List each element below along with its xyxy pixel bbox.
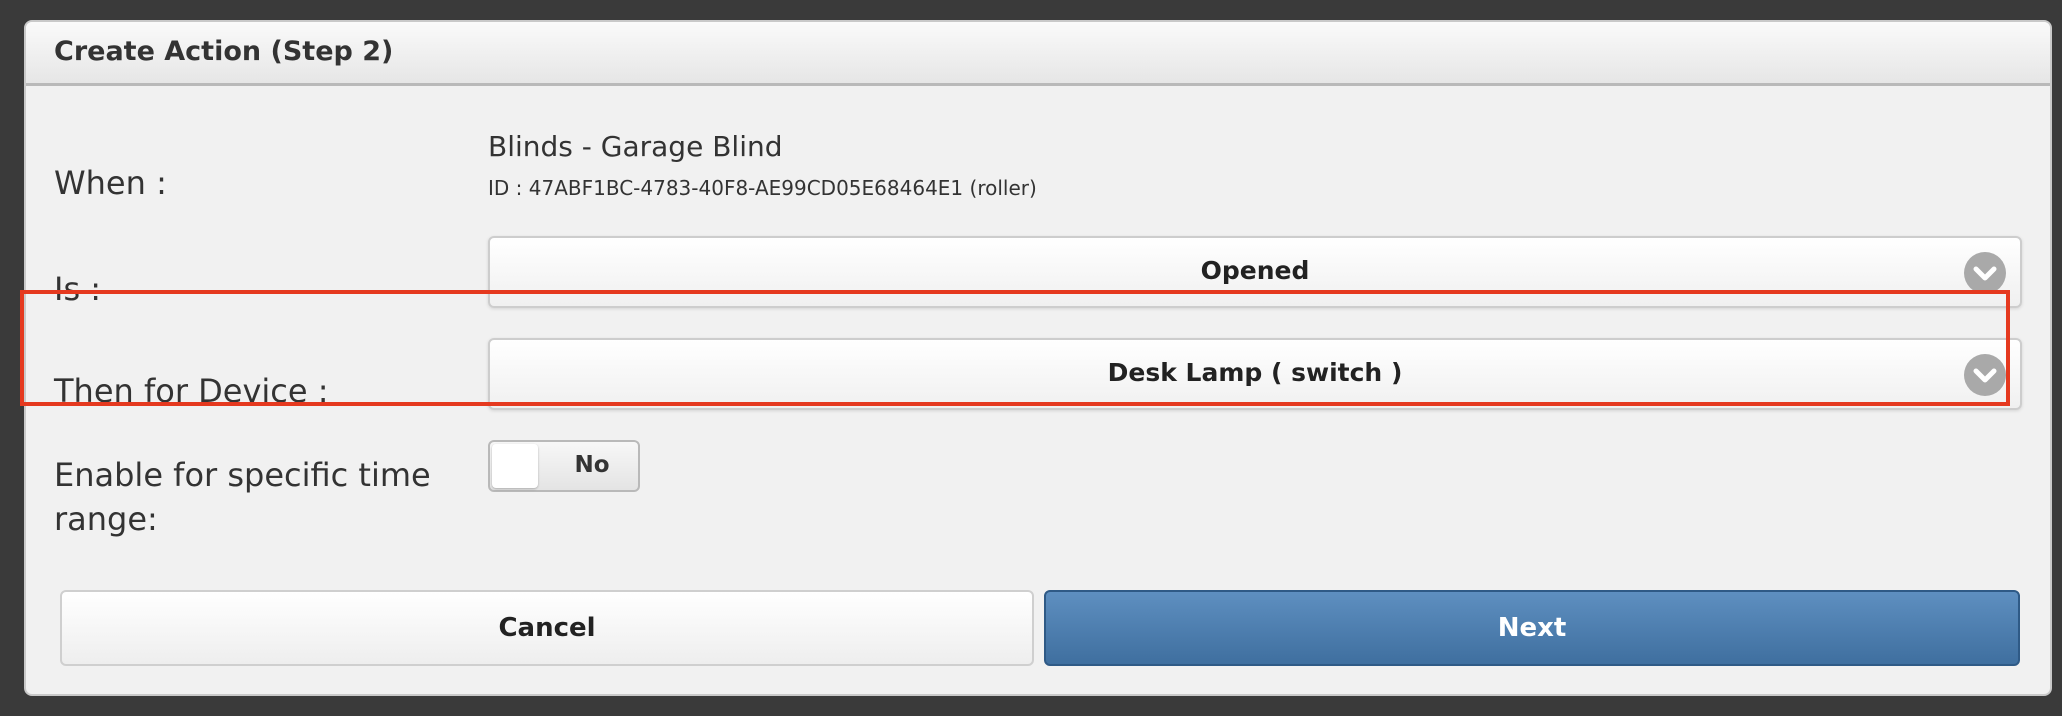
next-button[interactable]: Next [1044,590,2020,666]
chevron-down-icon [1964,252,2006,294]
toggle-state-label: No [574,452,610,478]
dialog-title: Create Action (Step 2) [54,36,394,67]
is-select[interactable]: Opened [488,236,2022,308]
device-select[interactable]: Desk Lamp ( switch ) [488,338,2022,410]
time-range-label-line1: Enable for specific time [54,456,431,494]
is-label: Is : [54,270,102,308]
cancel-button[interactable]: Cancel [60,590,1034,666]
is-select-value: Opened [1200,256,1310,285]
device-select-value: Desk Lamp ( switch ) [1107,358,1403,387]
toggle-knob[interactable] [492,444,538,488]
chevron-down-icon [1964,354,2006,396]
create-action-dialog: Create Action (Step 2) When : Blinds - G… [24,20,2052,696]
time-range-toggle[interactable]: No [488,440,640,492]
dialog-header: Create Action (Step 2) [26,22,2050,86]
time-range-label-line2: range: [54,500,158,538]
when-device-id: ID : 47ABF1BC-4783-40F8-AE99CD05E68464E1… [488,176,1037,200]
when-label: When : [54,164,167,202]
device-label: Then for Device : [54,372,329,410]
when-device-name: Blinds - Garage Blind [488,130,783,163]
